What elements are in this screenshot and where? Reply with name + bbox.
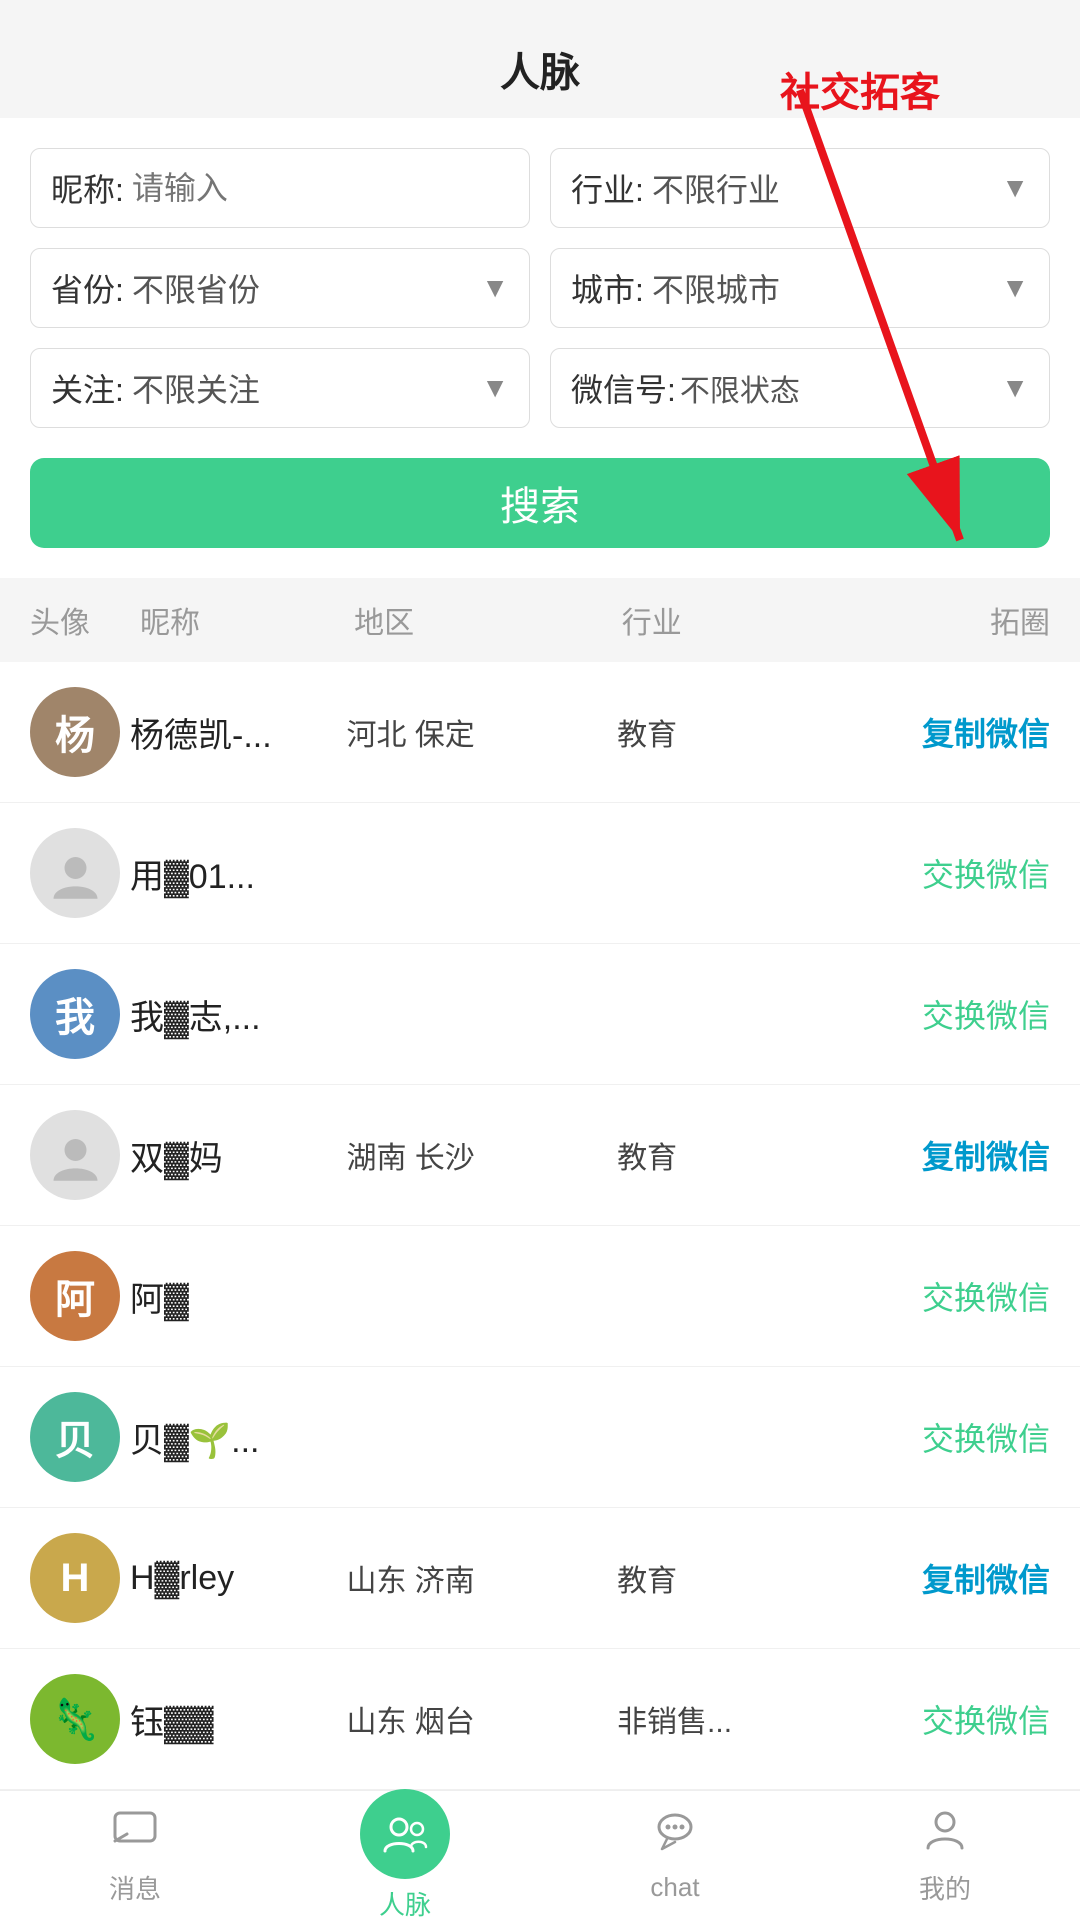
industry-chevron-icon: ▼ <box>1001 172 1029 204</box>
user-nickname: 阿▓ <box>120 1272 346 1321</box>
industry-label: 行业: <box>571 165 644 211</box>
avatar: 贝 <box>30 1392 120 1482</box>
user-nickname: 杨德凯-... <box>120 708 346 757</box>
user-nickname: 我▓志,... <box>120 990 346 1039</box>
user-row: 杨 杨德凯-... 河北 保定 教育 复制微信 <box>0 662 1080 803</box>
city-filter[interactable]: 城市: 不限城市 ▼ <box>550 248 1050 328</box>
city-label: 城市: <box>571 265 644 311</box>
user-industry: 教育 <box>617 710 833 754</box>
follow-chevron-icon: ▼ <box>481 372 509 404</box>
wechat-label: 微信号: <box>571 365 676 411</box>
avatar: 我 <box>30 969 120 1059</box>
nav-label-messages: 消息 <box>109 1869 161 1906</box>
user-region: 湖南 长沙 <box>346 1133 617 1177</box>
nav-label-contacts: 人脉 <box>379 1885 431 1920</box>
industry-value: 不限行业 <box>644 165 1001 211</box>
user-industry: 教育 <box>617 1556 833 1600</box>
avatar: 杨 <box>30 687 120 777</box>
user-action-button[interactable]: 复制微信 <box>834 1555 1050 1601</box>
province-filter[interactable]: 省份: 不限省份 ▼ <box>30 248 530 328</box>
user-row: 🦎 钰▓▓ 山东 烟台 非销售... 交换微信 <box>0 1649 1080 1790</box>
wechat-chevron-icon: ▼ <box>1001 372 1029 404</box>
nickname-label: 昵称: <box>51 165 124 211</box>
user-action-button[interactable]: 复制微信 <box>834 1132 1050 1178</box>
nav-item-contacts[interactable]: 人脉 <box>270 1779 540 1920</box>
chat-icon <box>652 1809 698 1866</box>
filter-row-3: 关注: 不限关注 ▼ 微信号: 不限状态 ▼ <box>30 348 1050 428</box>
messages-icon <box>112 1806 158 1863</box>
user-row: 阿 阿▓ 交换微信 <box>0 1226 1080 1367</box>
contacts-icon-bg <box>360 1789 450 1879</box>
follow-filter[interactable]: 关注: 不限关注 ▼ <box>30 348 530 428</box>
wechat-value: 不限状态 <box>676 366 1001 410</box>
annotation-text: 社交拓客 <box>780 60 940 118</box>
user-nickname: 贝▓🌱... <box>120 1413 346 1462</box>
user-row: H H▓rley 山东 济南 教育 复制微信 <box>0 1508 1080 1649</box>
wechat-filter[interactable]: 微信号: 不限状态 ▼ <box>550 348 1050 428</box>
avatar: H <box>30 1533 120 1623</box>
nav-item-mine[interactable]: 我的 <box>810 1796 1080 1916</box>
bottom-nav: 消息 人脉 chat <box>0 1790 1080 1920</box>
user-action-button[interactable]: 复制微信 <box>834 709 1050 755</box>
province-label: 省份: <box>51 265 124 311</box>
user-row: 双▓妈 湖南 长沙 教育 复制微信 <box>0 1085 1080 1226</box>
header-region: 地区 <box>354 598 622 642</box>
user-action-button[interactable]: 交换微信 <box>834 1273 1050 1319</box>
user-row: 贝 贝▓🌱... 交换微信 <box>0 1367 1080 1508</box>
industry-filter[interactable]: 行业: 不限行业 ▼ <box>550 148 1050 228</box>
nav-label-chat: chat <box>650 1872 699 1903</box>
user-action-button[interactable]: 交换微信 <box>834 1414 1050 1460</box>
contacts-icon <box>380 1809 430 1859</box>
city-chevron-icon: ▼ <box>1001 272 1029 304</box>
user-row: 用▓01... 交换微信 <box>0 803 1080 944</box>
nickname-filter[interactable]: 昵称: <box>30 148 530 228</box>
avatar: 🦎 <box>30 1674 120 1764</box>
nav-item-chat[interactable]: chat <box>540 1799 810 1913</box>
header-nickname: 昵称 <box>140 598 354 642</box>
user-list: 杨 杨德凯-... 河北 保定 教育 复制微信 用▓01... 交换微信 我 我… <box>0 662 1080 1790</box>
user-nickname: 钰▓▓ <box>120 1695 346 1744</box>
province-chevron-icon: ▼ <box>481 272 509 304</box>
user-industry: 教育 <box>617 1133 833 1177</box>
nav-label-mine: 我的 <box>919 1869 971 1906</box>
user-region: 山东 济南 <box>346 1556 617 1600</box>
user-row: 我 我▓志,... 交换微信 <box>0 944 1080 1085</box>
city-value: 不限城市 <box>644 265 1001 311</box>
nickname-input[interactable] <box>132 170 509 207</box>
user-action-button[interactable]: 交换微信 <box>834 1696 1050 1742</box>
header-action: 拓圈 <box>836 598 1050 642</box>
follow-label: 关注: <box>51 365 124 411</box>
user-action-button[interactable]: 交换微信 <box>834 991 1050 1037</box>
filter-row-2: 省份: 不限省份 ▼ 城市: 不限城市 ▼ <box>30 248 1050 328</box>
user-nickname: 用▓01... <box>120 849 346 898</box>
header-avatar: 头像 <box>30 598 140 642</box>
mine-icon <box>922 1806 968 1863</box>
user-region: 山东 烟台 <box>346 1697 617 1741</box>
user-nickname: 双▓妈 <box>120 1131 346 1180</box>
user-industry: 非销售... <box>617 1697 833 1741</box>
avatar: 阿 <box>30 1251 120 1341</box>
province-value: 不限省份 <box>124 265 481 311</box>
user-nickname: H▓rley <box>120 1559 346 1598</box>
user-region: 河北 保定 <box>346 710 617 754</box>
follow-value: 不限关注 <box>124 365 481 411</box>
filter-section: 昵称: 行业: 不限行业 ▼ 省份: 不限省份 ▼ 城市: 不限城市 ▼ <box>0 118 1080 578</box>
user-action-button[interactable]: 交换微信 <box>834 850 1050 896</box>
filter-row-1: 昵称: 行业: 不限行业 ▼ <box>30 148 1050 228</box>
table-header: 头像 昵称 地区 行业 拓圈 <box>0 578 1080 662</box>
avatar <box>30 1110 120 1200</box>
nav-item-messages[interactable]: 消息 <box>0 1796 270 1916</box>
header-industry: 行业 <box>622 598 836 642</box>
avatar <box>30 828 120 918</box>
search-button[interactable]: 搜索 <box>30 458 1050 548</box>
